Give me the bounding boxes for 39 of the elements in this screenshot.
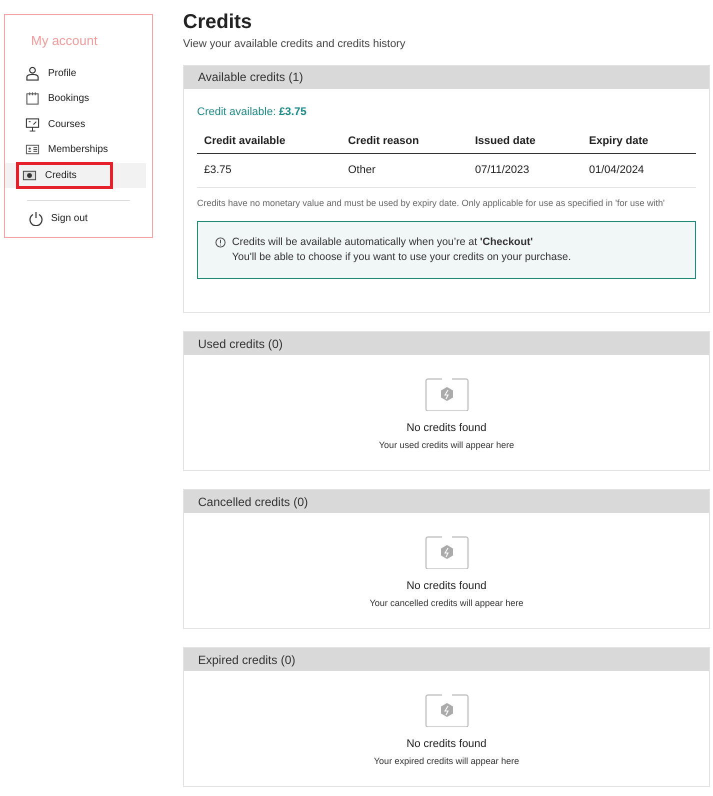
- empty-title: No credits found: [406, 737, 487, 752]
- column-header: Credit reason: [348, 134, 420, 150]
- nav-item[interactable]: Bookings: [5, 86, 146, 112]
- section-heading: Available credits (1): [184, 66, 709, 88]
- nav-item[interactable]: Memberships: [5, 137, 146, 162]
- credit-summary: Credit available: £3.75: [197, 104, 308, 120]
- empty-message: Your used credits will appear here: [378, 438, 514, 452]
- table-cell-text: 01/04/2024: [589, 163, 646, 178]
- empty-message: Your expired credits will appear here: [374, 754, 520, 768]
- info-icon: [215, 237, 226, 248]
- table-cell-text: Other: [348, 163, 377, 178]
- table-cell-text: 07/11/2023: [475, 163, 530, 178]
- column-header: Expiry date: [589, 134, 650, 150]
- column-header: Issued date: [475, 134, 537, 150]
- page-subtitle: View your available credits and credits history: [183, 37, 406, 52]
- easel-icon: [25, 116, 40, 132]
- calendar-icon: [25, 91, 40, 106]
- sign-out-link[interactable]: Sign out: [5, 211, 152, 226]
- credits-note: Credits have no monetary value and must be used by expiry date. Only applicable for use as specified in 'for use with': [197, 197, 666, 210]
- empty-state-icon: [424, 378, 468, 411]
- empty-message: Your cancelled credits will appear here: [370, 596, 524, 610]
- sidebar-title: My account: [30, 32, 98, 50]
- power-icon: [29, 211, 43, 226]
- nav-item[interactable]: Courses: [5, 112, 146, 137]
- nav-item[interactable]: Credits: [5, 162, 146, 188]
- empty-title: No credits found: [406, 421, 487, 436]
- nav-item[interactable]: Profile: [5, 60, 146, 86]
- section-heading: Expired credits (0): [184, 648, 709, 671]
- info-text: Credits will be available automatically when you’re at 'Checkout': [232, 235, 534, 250]
- table-cell-text: £3.75: [204, 163, 233, 178]
- section-heading: Used credits (0): [184, 332, 709, 355]
- section-heading: Cancelled credits (0): [184, 490, 709, 513]
- empty-state-icon: [424, 694, 468, 727]
- column-header: Credit available: [204, 134, 286, 150]
- empty-title: No credits found: [406, 579, 487, 594]
- info-text: You'll be able to choose if you want to use your credits on your purchase.: [232, 250, 571, 265]
- person-icon: [25, 66, 40, 81]
- empty-state-icon: [424, 536, 468, 569]
- page-title: Credits: [183, 10, 253, 34]
